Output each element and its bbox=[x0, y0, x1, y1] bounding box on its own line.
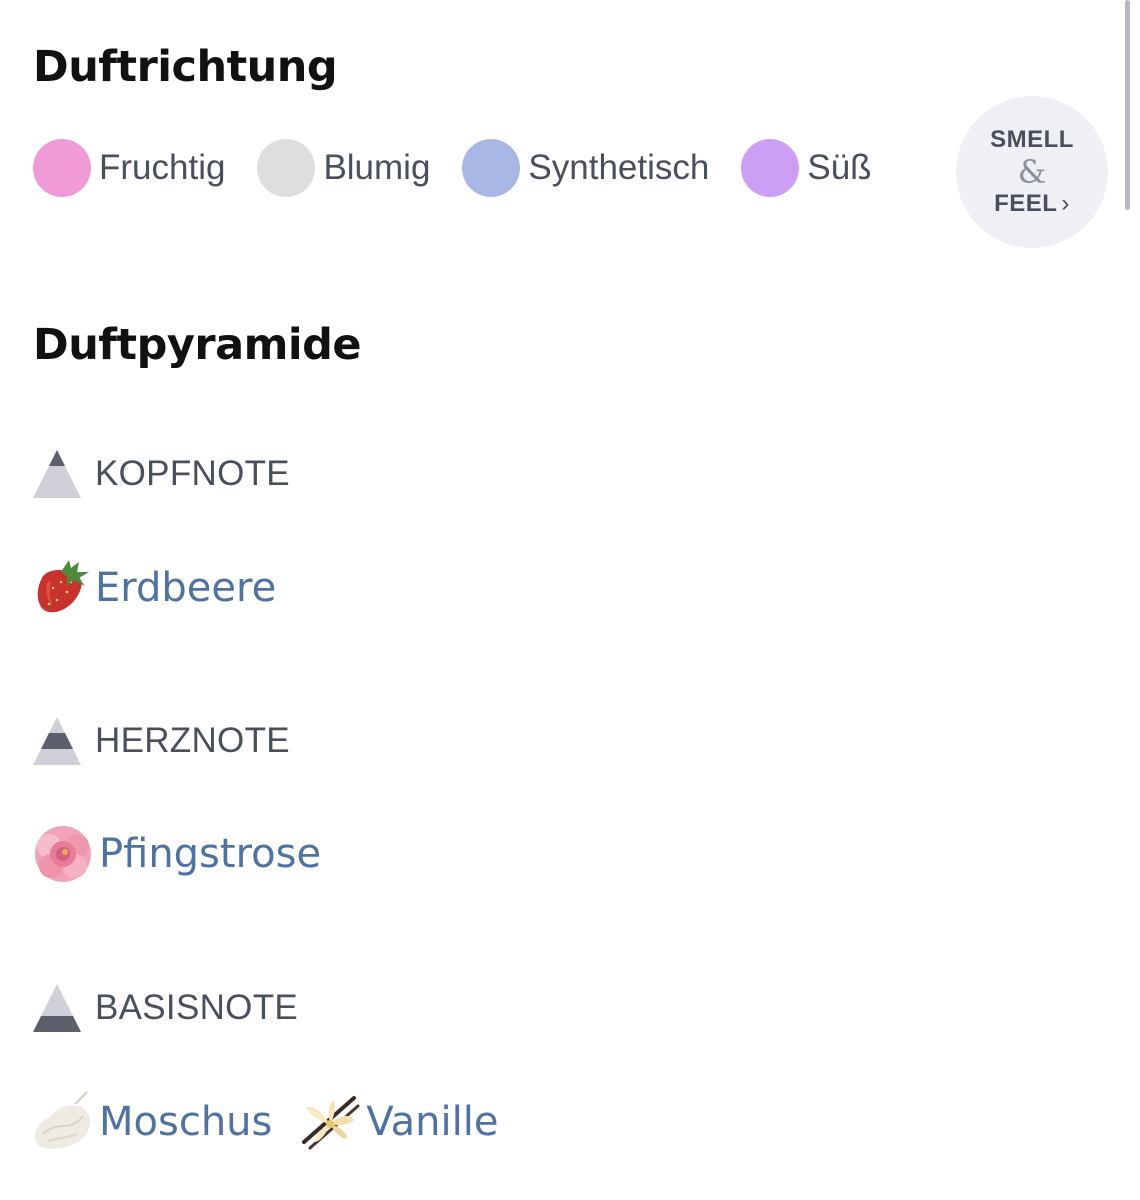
ampersand: & bbox=[1017, 153, 1047, 191]
pyramid-top-icon bbox=[33, 450, 81, 498]
feel-label-row: FEEL › bbox=[994, 189, 1070, 219]
scent-tag-label: Synthetisch bbox=[528, 148, 710, 187]
section-title-duftrichtung: Duftrichtung bbox=[33, 42, 338, 92]
scent-tag-fruchtig: Fruchtig bbox=[33, 139, 225, 197]
color-dot bbox=[462, 139, 521, 197]
scent-tag-blumig: Blumig bbox=[257, 139, 430, 197]
herznote-header: HERZNOTE bbox=[33, 717, 290, 765]
feel-label: FEEL bbox=[994, 190, 1058, 217]
chevron-right-icon: › bbox=[1061, 190, 1070, 217]
scent-tag-synthetisch: Synthetisch bbox=[462, 139, 709, 197]
scent-tag-suess: Süß bbox=[741, 139, 872, 197]
ingredient-label: Vanille bbox=[366, 1099, 499, 1145]
ingredient-label: Pfingstrose bbox=[99, 831, 322, 877]
ingredient-vanille[interactable]: Vanille bbox=[298, 1090, 498, 1154]
basisnote-ingredients: Moschus Vanille bbox=[31, 1090, 524, 1154]
ingredient-erdbeere[interactable]: Erdbeere bbox=[31, 558, 276, 618]
musk-icon bbox=[34, 1091, 91, 1149]
scent-tags: Fruchtig Blumig Synthetisch Süß bbox=[33, 138, 904, 198]
basisnote-header: BASISNOTE bbox=[33, 984, 298, 1032]
vanilla-icon bbox=[302, 1096, 360, 1150]
section-title-duftpyramide: Duftpyramide bbox=[33, 320, 362, 370]
kopfnote-header: KOPFNOTE bbox=[33, 450, 290, 498]
scent-tag-label: Süß bbox=[807, 148, 872, 187]
scent-tag-label: Fruchtig bbox=[99, 148, 226, 187]
strawberry-icon bbox=[37, 560, 89, 613]
smell-label: SMELL bbox=[990, 126, 1074, 153]
ingredient-moschus[interactable]: Moschus bbox=[31, 1090, 272, 1154]
scrollbar[interactable] bbox=[1125, 0, 1130, 210]
pyramid-base-icon bbox=[33, 984, 81, 1032]
color-dot bbox=[741, 139, 800, 197]
peony-icon bbox=[35, 826, 91, 882]
color-dot bbox=[33, 139, 91, 197]
smell-and-feel-button[interactable]: SMELL & FEEL › bbox=[956, 96, 1108, 248]
kopfnote-ingredients: Erdbeere bbox=[31, 556, 302, 620]
scent-tag-label: Blumig bbox=[323, 148, 431, 187]
ingredient-label: Erdbeere bbox=[95, 565, 277, 611]
basisnote-label: BASISNOTE bbox=[95, 988, 299, 1027]
ingredient-label: Moschus bbox=[99, 1099, 273, 1145]
ingredient-pfingstrose[interactable]: Pfingstrose bbox=[31, 822, 321, 886]
pyramid-middle-icon bbox=[33, 717, 81, 765]
kopfnote-label: KOPFNOTE bbox=[95, 454, 290, 493]
herznote-label: HERZNOTE bbox=[95, 721, 290, 760]
herznote-ingredients: Pfingstrose bbox=[31, 822, 347, 886]
color-dot bbox=[257, 139, 316, 197]
